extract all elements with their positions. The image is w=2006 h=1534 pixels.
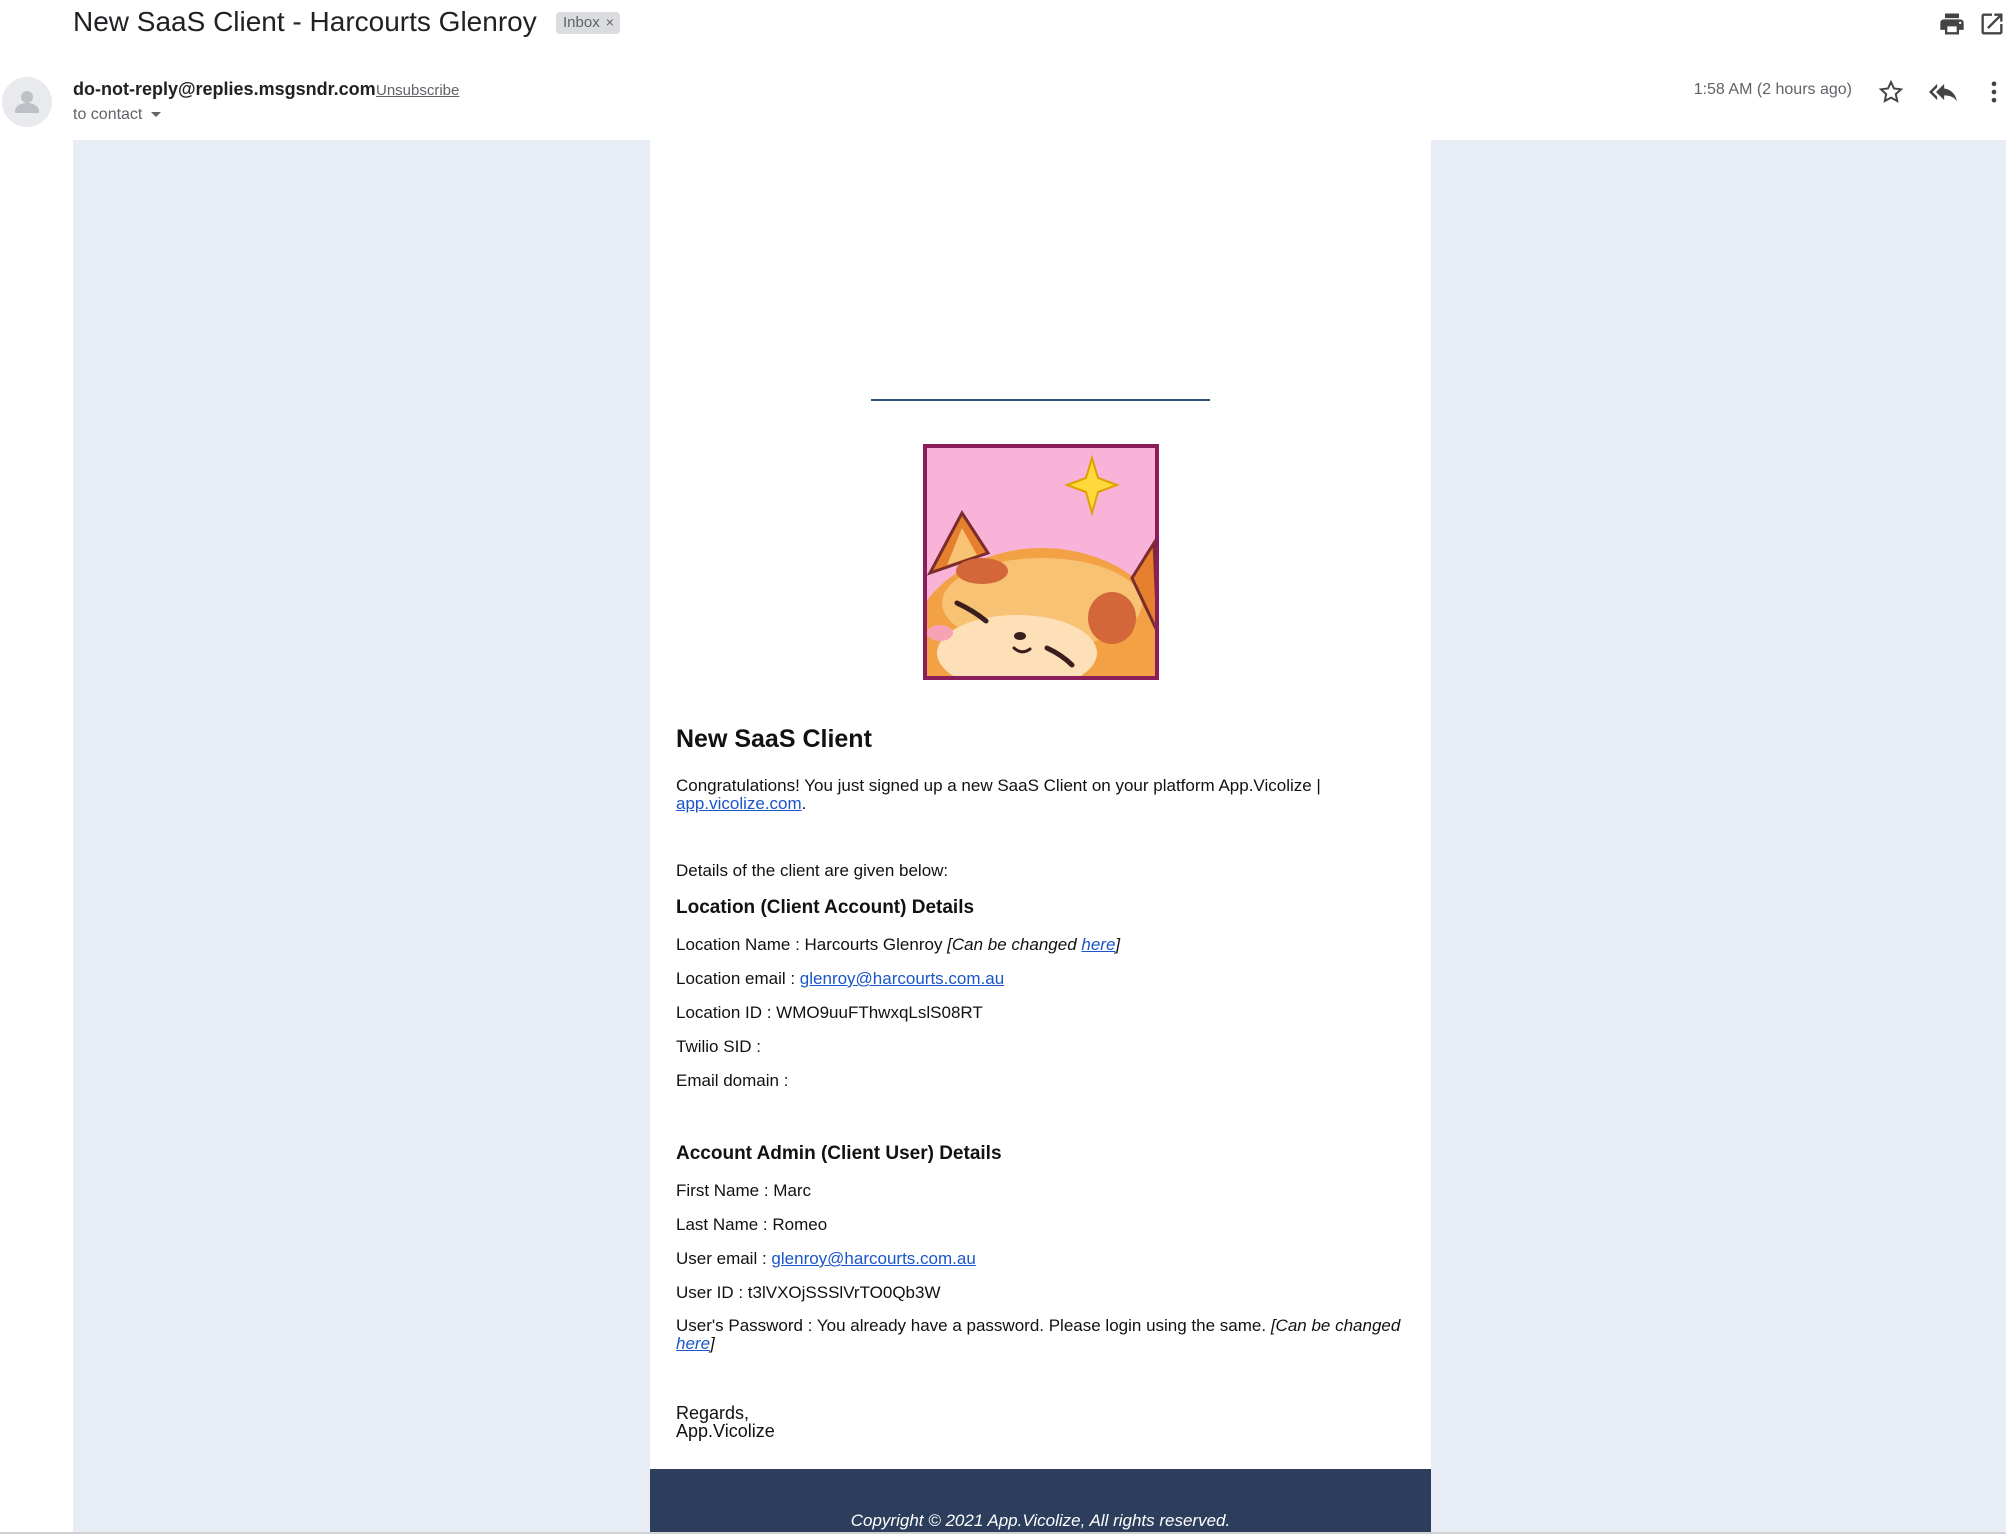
note-close-bracket: ] — [1115, 935, 1121, 954]
email-card: New SaaS Client Congratulations! You jus… — [650, 140, 1431, 1534]
last-name-row: Last Name : Romeo — [676, 1215, 828, 1234]
location-name-row: Location Name : Harcourts Glenroy [Can b… — [676, 935, 1407, 955]
user-email-link[interactable]: glenroy@harcourts.com.au — [771, 1249, 975, 1268]
signature-text: App.Vicolize — [676, 1421, 775, 1441]
signoff: Regards, App.Vicolize — [676, 1404, 1407, 1440]
location-name-text: Location Name : Harcourts Glenroy — [676, 935, 948, 954]
platform-link[interactable]: app.vicolize.com — [676, 794, 802, 813]
email-domain-row: Email domain : — [676, 1071, 789, 1090]
location-email-link[interactable]: glenroy@harcourts.com.au — [800, 969, 1004, 988]
location-email-row: Location email : glenroy@harcourts.com.a… — [676, 969, 1407, 989]
recipients-dropdown[interactable]: to contact — [73, 106, 162, 124]
user-email-row: User email : glenroy@harcourts.com.au — [676, 1249, 1407, 1269]
label-chip-text: Inbox — [563, 14, 600, 31]
reply-all-icon[interactable] — [1929, 78, 1957, 106]
user-password-row: User's Password : You already have a pas… — [676, 1317, 1407, 1353]
change-password-link[interactable]: here — [676, 1334, 710, 1353]
can-be-changed-text: [Can be changed — [1270, 1316, 1401, 1335]
email-subject: New SaaS Client - Harcourts Glenroy — [73, 6, 537, 37]
sender-avatar — [2, 77, 52, 127]
caret-down-icon — [151, 111, 162, 117]
location-id-row: Location ID : WMO9uuFThwxqLslS08RT — [676, 1003, 983, 1022]
location-details-heading: Location (Client Account) Details — [676, 897, 975, 918]
regards-text: Regards, — [676, 1403, 750, 1423]
print-icon[interactable] — [1938, 10, 1966, 38]
unsubscribe-link[interactable]: Unsubscribe — [376, 82, 459, 99]
email-heading: New SaaS Client — [676, 725, 872, 753]
star-icon[interactable] — [1877, 78, 1905, 106]
change-location-name-link[interactable]: here — [1081, 935, 1115, 954]
message-timestamp: 1:58 AM (2 hours ago) — [1693, 81, 1852, 98]
congrats-paragraph: Congratulations! You just signed up a ne… — [676, 777, 1407, 813]
user-id-row: User ID : t3lVXOjSSSlVrTO0Qb3W — [676, 1283, 941, 1302]
twilio-sid-row: Twilio SID : — [676, 1037, 762, 1056]
can-be-changed-text: [Can be changed — [947, 935, 1082, 954]
sender-address: do-not-reply@replies.msgsndr.com — [73, 79, 376, 99]
recipients-label: to contact — [73, 106, 143, 123]
location-name-note: [Can be changed here] — [947, 935, 1120, 954]
email-footer: Copyright © 2021 App.Vicolize, All right… — [650, 1469, 1431, 1534]
details-intro: Details of the client are given below: — [676, 861, 949, 880]
note-close-bracket: ] — [710, 1334, 715, 1353]
user-email-label: User email : — [676, 1249, 772, 1268]
default-avatar-icon — [15, 91, 39, 113]
congrats-text: Congratulations! You just signed up a ne… — [676, 776, 1321, 795]
first-name-row: First Name : Marc — [676, 1181, 812, 1200]
more-vert-icon[interactable] — [1980, 78, 2006, 106]
congrats-period: . — [801, 794, 807, 813]
cat-logo-image — [923, 444, 1159, 680]
open-in-new-window-icon[interactable] — [1978, 10, 2006, 38]
header-divider — [871, 399, 1210, 401]
inbox-label-chip[interactable]: Inbox × — [556, 12, 620, 34]
copyright-text: Copyright © 2021 App.Vicolize, All right… — [850, 1511, 1231, 1530]
remove-label-icon[interactable]: × — [606, 14, 614, 30]
password-text: User's Password : You already have a pas… — [676, 1316, 1271, 1335]
location-email-label: Location email : — [676, 969, 800, 988]
account-admin-heading: Account Admin (Client User) Details — [676, 1143, 1002, 1164]
